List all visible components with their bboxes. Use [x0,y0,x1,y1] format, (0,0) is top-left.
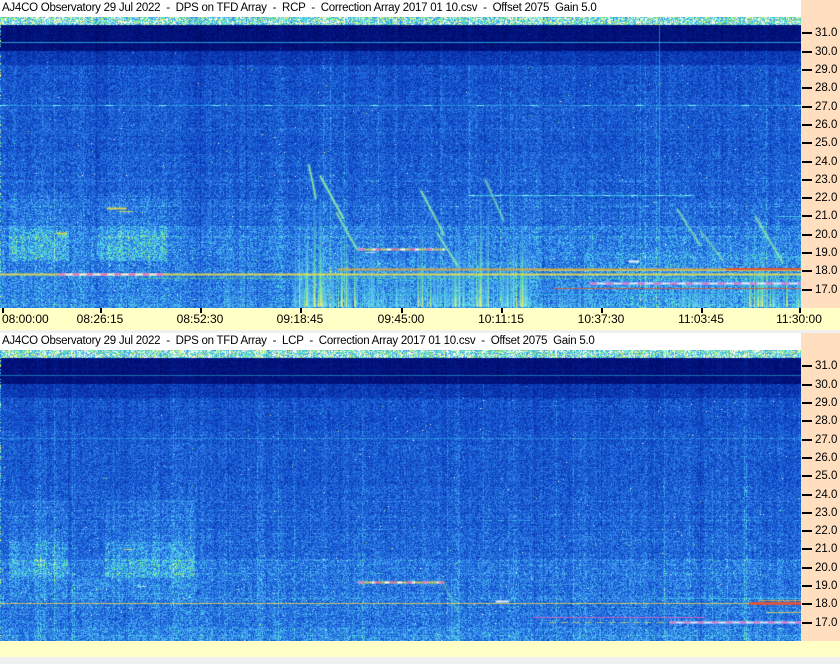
freq-tick-label: 20.0 [815,229,838,241]
time-tick-label: 10:37:30 [577,312,625,326]
freq-tick-label: 26.0 [815,119,838,131]
freq-tick [802,457,812,459]
spectrograph-window: AJ4CO Observatory 29 Jul 2022 - DPS on T… [0,0,840,664]
freq-tick-label: 25.0 [815,137,838,149]
freq-tick-label: 26.0 [815,452,838,464]
freq-tick-label: 17.0 [815,284,838,296]
panel-title-lcp: AJ4CO Observatory 29 Jul 2022 - DPS on T… [0,333,801,350]
freq-tick [802,69,812,71]
freq-tick [802,420,812,422]
freq-tick [802,384,812,386]
freq-tick [802,270,812,272]
freq-tick [802,32,812,34]
freq-tick [802,215,812,217]
freq-tick-label: 21.0 [815,210,838,222]
time-tick-label: 10:11:15 [478,312,524,326]
frequency-axis-lcp: 31.0 30.0 29.0 28.0 27.0 26.0 25.0 24.0 23.0 22.0… [801,333,840,641]
freq-tick-label: 24.0 [815,156,838,168]
freq-tick-label: 29.0 [815,64,838,76]
freq-tick [802,622,812,624]
freq-tick-label: 17.0 [815,617,838,629]
freq-tick-label: 22.0 [815,525,838,537]
freq-tick-label: 25.0 [815,470,838,482]
freq-tick-label: 29.0 [815,397,838,409]
freq-tick [802,197,812,199]
time-tick-label: 08:26:15 [76,312,124,326]
freq-tick-label: 31.0 [815,360,838,372]
freq-tick [802,567,812,569]
freq-tick-label: 22.0 [815,192,838,204]
time-tick-label: 09:45:00 [377,312,425,326]
spectrogram-lcp [0,350,801,641]
freq-tick-label: 23.0 [815,507,838,519]
frequency-axis-rcp: 31.0 30.0 29.0 28.0 27.0 26.0 25.0 24.0 23.0 22.0… [801,0,840,308]
spectrogram-rcp [0,17,801,308]
freq-tick-label: 31.0 [815,27,838,39]
freq-tick-label: 27.0 [815,434,838,446]
freq-tick [802,439,812,441]
freq-tick-label: 19.0 [815,247,838,259]
time-axis-bottom-clipped [0,641,840,657]
freq-tick [802,494,812,496]
freq-tick [802,252,812,254]
freq-tick [802,365,812,367]
freq-tick [802,548,812,550]
freq-tick [802,402,812,404]
time-axis: 08:00:00 08:26:15 08:52:30 09:18:45 09:45:00… [0,308,840,330]
freq-tick-label: 19.0 [815,580,838,592]
time-tick-label: 08:00:00 [2,312,49,326]
freq-tick [802,106,812,108]
time-tick-label: 08:52:30 [176,312,224,326]
freq-tick-label: 18.0 [815,598,838,610]
time-tick-label: 09:18:45 [276,312,324,326]
freq-tick [802,161,812,163]
freq-tick [802,234,812,236]
freq-tick [802,179,812,181]
time-tick-label: 11:30:00 [776,312,822,326]
bottom-strip [0,657,840,664]
freq-tick-label: 24.0 [815,489,838,501]
freq-tick-label: 30.0 [815,46,838,58]
freq-tick [802,530,812,532]
freq-tick-label: 21.0 [815,543,838,555]
freq-tick [802,51,812,53]
freq-tick-label: 18.0 [815,265,838,277]
freq-tick-label: 27.0 [815,101,838,113]
freq-tick [802,289,812,291]
panel-title-rcp: AJ4CO Observatory 29 Jul 2022 - DPS on T… [0,0,801,17]
freq-tick-label: 20.0 [815,562,838,574]
freq-tick [802,512,812,514]
freq-tick-label: 30.0 [815,379,838,391]
freq-tick [802,475,812,477]
freq-tick [802,142,812,144]
freq-tick-label: 28.0 [815,415,838,427]
time-tick-label: 11:03:45 [678,312,724,326]
freq-tick-label: 23.0 [815,174,838,186]
freq-tick [802,603,812,605]
freq-tick [802,87,812,89]
freq-tick-label: 28.0 [815,82,838,94]
freq-tick [802,124,812,126]
freq-tick [802,585,812,587]
